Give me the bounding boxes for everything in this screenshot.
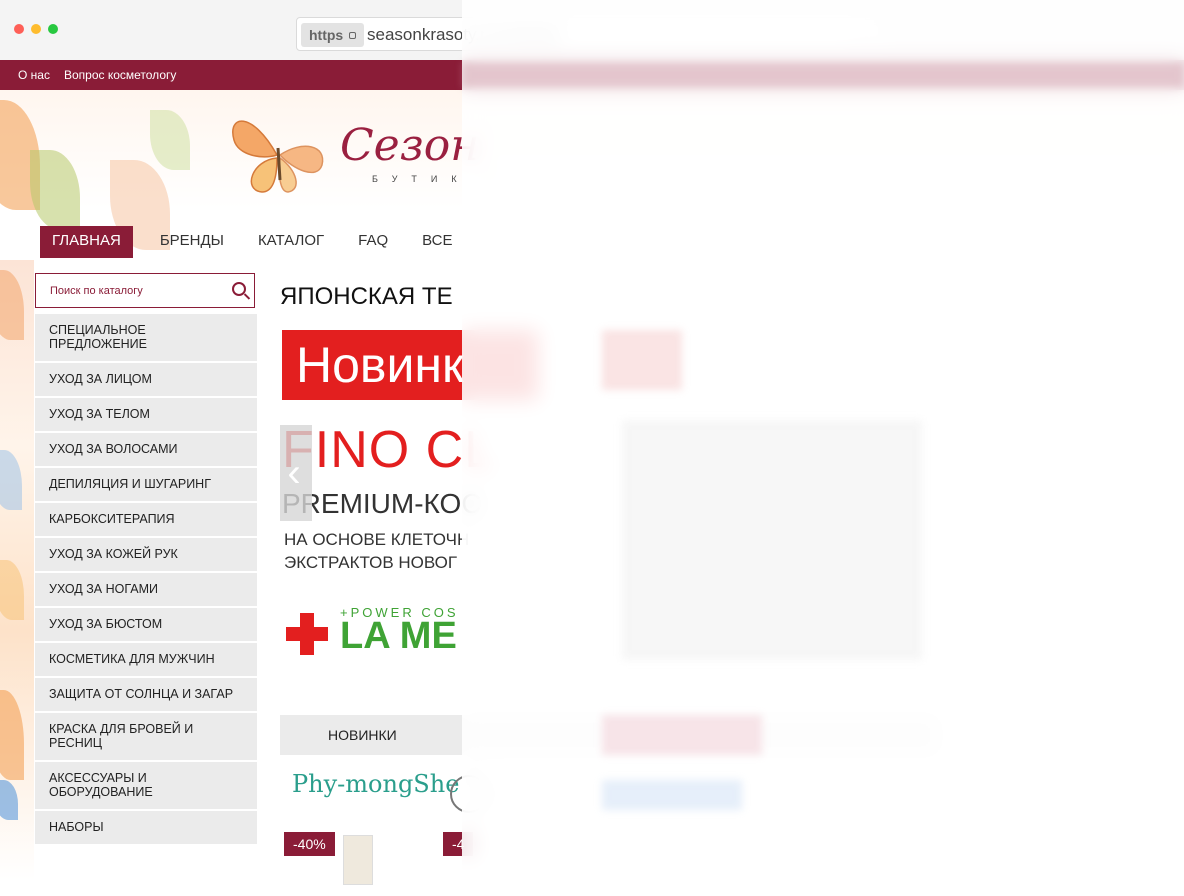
main-menu: ГЛАВНАЯ БРЕНДЫ КАТАЛОГ FAQ ВСЕ <box>40 226 470 258</box>
minimize-window-button[interactable] <box>31 24 41 34</box>
menu-item-all[interactable]: ВСЕ <box>405 226 469 258</box>
about-link[interactable]: О нас <box>18 60 50 90</box>
catalog-search <box>35 273 255 308</box>
banner-description-line: НА ОСНОВЕ КЛЕТОЧН <box>284 530 470 549</box>
menu-item-home[interactable]: ГЛАВНАЯ <box>40 226 133 258</box>
category-item[interactable]: УХОД ЗА ТЕЛОМ <box>35 398 257 433</box>
site-logo[interactable]: Сезон <box>340 120 479 171</box>
category-sidebar: СПЕЦИАЛЬНОЕ ПРЕДЛОЖЕНИЕ УХОД ЗА ЛИЦОМ УХ… <box>35 314 257 846</box>
search-icon[interactable] <box>232 282 246 296</box>
red-cross-icon <box>286 613 328 655</box>
product-image[interactable] <box>343 835 373 885</box>
category-item[interactable]: УХОД ЗА КОЖЕЙ РУК <box>35 538 257 573</box>
leaf-decoration <box>0 450 22 510</box>
banner-description-line: ЭКСТРАКТОВ НОВОГ <box>284 553 458 572</box>
search-input[interactable] <box>36 274 216 307</box>
brand-logo[interactable]: Phy-mongShe <box>292 770 459 798</box>
menu-item-catalog[interactable]: КАТАЛОГ <box>241 226 341 258</box>
maximize-window-button[interactable] <box>48 24 58 34</box>
blurred-region <box>462 0 1184 896</box>
leaf-decoration <box>30 150 80 230</box>
menu-item-faq[interactable]: FAQ <box>341 226 405 258</box>
butterfly-icon <box>232 120 324 193</box>
leaf-decoration <box>0 270 24 340</box>
category-item[interactable]: УХОД ЗА ЛИЦОМ <box>35 363 257 398</box>
floral-side-decoration <box>0 260 34 880</box>
ask-cosmetologist-link[interactable]: Вопрос косметологу <box>64 60 176 90</box>
category-item[interactable]: УХОД ЗА БЮСТОМ <box>35 608 257 643</box>
window-controls <box>14 24 58 34</box>
category-item[interactable]: СПЕЦИАЛЬНОЕ ПРЕДЛОЖЕНИЕ <box>35 314 257 363</box>
page-title: ЯПОНСКАЯ ТЕ <box>280 283 453 310</box>
category-item[interactable]: УХОД ЗА ВОЛОСАМИ <box>35 433 257 468</box>
https-label: https <box>309 27 344 43</box>
https-badge: https <box>301 23 365 47</box>
category-item[interactable]: УХОД ЗА НОГАМИ <box>35 573 257 608</box>
slider-prev-button[interactable]: ‹ <box>280 425 312 521</box>
lock-icon <box>349 31 357 39</box>
leaf-decoration <box>0 560 24 620</box>
tab-new-products[interactable]: НОВИНКИ <box>328 715 397 755</box>
partner-name: LA ME <box>340 615 457 657</box>
leaf-decoration <box>150 110 190 170</box>
category-item[interactable]: КРАСКА ДЛЯ БРОВЕЙ И РЕСНИЦ <box>35 713 257 762</box>
leaf-decoration <box>0 690 24 780</box>
category-item[interactable]: КАРБОКСИТЕРАПИЯ <box>35 503 257 538</box>
category-item[interactable]: ДЕПИЛЯЦИЯ И ШУГАРИНГ <box>35 468 257 503</box>
category-item[interactable]: НАБОРЫ <box>35 811 257 846</box>
close-window-button[interactable] <box>14 24 24 34</box>
leaf-decoration <box>0 780 18 820</box>
discount-badge: -40% <box>284 832 335 856</box>
category-item[interactable]: ЗАЩИТА ОТ СОЛНЦА И ЗАГАР <box>35 678 257 713</box>
category-item[interactable]: КОСМЕТИКА ДЛЯ МУЖЧИН <box>35 643 257 678</box>
menu-item-brands[interactable]: БРЕНДЫ <box>143 226 241 258</box>
category-item[interactable]: АКСЕССУАРЫ И ОБОРУДОВАНИЕ <box>35 762 257 811</box>
